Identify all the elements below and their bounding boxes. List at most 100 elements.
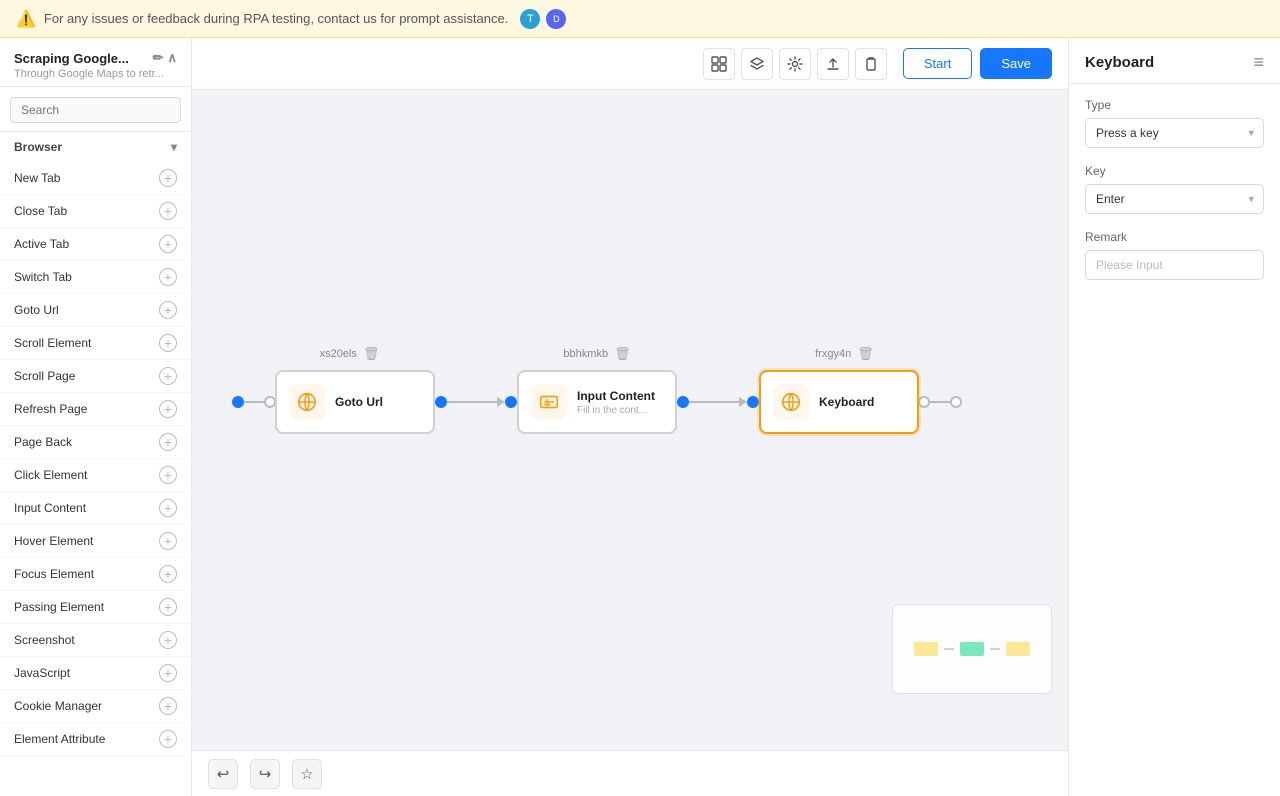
- flow-canvas[interactable]: xs20els 🗑 Goto Url: [192, 90, 1068, 750]
- add-item-icon[interactable]: +: [159, 169, 177, 187]
- flow-node-keyboard[interactable]: frxgy4n 🗑 Keyboard: [759, 346, 930, 434]
- type-select[interactable]: Press a key Type text Key combination: [1085, 118, 1264, 148]
- add-item-icon[interactable]: +: [159, 466, 177, 484]
- node-2-title: Input Content: [577, 389, 663, 403]
- star-button[interactable]: ☆: [292, 759, 322, 789]
- redo-button[interactable]: ↪: [250, 759, 280, 789]
- layers-button[interactable]: [741, 48, 773, 80]
- key-select[interactable]: Enter Tab Escape Space Backspace Delete: [1085, 184, 1264, 214]
- sidebar-item-label: Element Attribute: [14, 732, 105, 746]
- flow-node-goto-url[interactable]: xs20els 🗑 Goto Url: [264, 346, 435, 434]
- browser-section-header[interactable]: Browser ▾: [0, 132, 191, 162]
- add-item-icon[interactable]: +: [159, 235, 177, 253]
- sidebar-item-label: Input Content: [14, 501, 86, 515]
- sidebar-item[interactable]: Active Tab +: [0, 228, 191, 261]
- sidebar-item[interactable]: Element Attribute +: [0, 723, 191, 756]
- node-2-icon-wrap: [531, 384, 567, 420]
- connector-2-3: [677, 396, 759, 408]
- sidebar-item[interactable]: Cookie Manager+: [0, 690, 191, 723]
- right-panel-body: Type Press a key Type text Key combinati…: [1069, 84, 1280, 796]
- add-item-icon[interactable]: +: [159, 433, 177, 451]
- node-2-box[interactable]: Input Content Fill in the cont...: [517, 370, 677, 434]
- sidebar-item[interactable]: Focus Element+: [0, 558, 191, 591]
- right-panel-menu-icon[interactable]: ≡: [1253, 52, 1264, 73]
- save-button[interactable]: Save: [980, 48, 1052, 79]
- add-item-icon[interactable]: +: [159, 598, 177, 616]
- add-item-icon[interactable]: +: [159, 301, 177, 319]
- sidebar-item[interactable]: Close Tab +: [0, 195, 191, 228]
- grid-view-button[interactable]: [703, 48, 735, 80]
- collapse-sidebar-icon[interactable]: ∧: [167, 50, 177, 66]
- add-item-icon[interactable]: +: [159, 334, 177, 352]
- node-2-text: Input Content Fill in the cont...: [577, 389, 663, 416]
- sidebar-item[interactable]: Goto Url+: [0, 294, 191, 327]
- minimap-content: [893, 605, 1051, 693]
- discord-icon[interactable]: D: [546, 9, 566, 29]
- minimap-node-1: [914, 642, 938, 656]
- node-1-delete-icon[interactable]: 🗑: [363, 346, 380, 362]
- sidebar-item[interactable]: Switch Tab+: [0, 261, 191, 294]
- sidebar-item[interactable]: Page Back +: [0, 426, 191, 459]
- add-item-icon[interactable]: +: [159, 532, 177, 550]
- telegram-icon[interactable]: T: [520, 9, 540, 29]
- sidebar-item[interactable]: Scroll Element+: [0, 327, 191, 360]
- top-banner: ⚠️ For any issues or feedback during RPA…: [0, 0, 1280, 38]
- sidebar-item-label: Click Element: [14, 468, 87, 482]
- remark-input[interactable]: [1085, 250, 1264, 280]
- flow-node-input-content[interactable]: bbhkmkb 🗑 Input Content Fill in the cont…: [517, 346, 677, 434]
- node-2-subtitle: Fill in the cont...: [577, 405, 663, 416]
- undo-button[interactable]: ↩: [208, 759, 238, 789]
- conn-2-3-right: [747, 396, 759, 408]
- sidebar-item-label: Close Tab: [14, 204, 67, 218]
- node-2-delete-icon[interactable]: 🗑: [614, 346, 631, 362]
- settings-button[interactable]: [779, 48, 811, 80]
- node-2-box-row: Input Content Fill in the cont...: [517, 370, 677, 434]
- add-item-icon[interactable]: +: [159, 631, 177, 649]
- upload-button[interactable]: [817, 48, 849, 80]
- sidebar-item[interactable]: Passing Element +: [0, 591, 191, 624]
- sidebar-item[interactable]: Hover Element+: [0, 525, 191, 558]
- node-1-id-row: xs20els 🗑: [320, 346, 380, 362]
- sidebar-item[interactable]: Refresh Page+: [0, 393, 191, 426]
- sidebar-item[interactable]: Click Element +: [0, 459, 191, 492]
- search-input[interactable]: [10, 97, 181, 123]
- connector-1-2: [435, 396, 517, 408]
- node-3-delete-icon[interactable]: 🗑: [857, 346, 874, 362]
- conn-1-2-line: [447, 401, 497, 403]
- remark-field-group: Remark: [1085, 230, 1264, 280]
- sidebar-item-label: Page Back: [14, 435, 72, 449]
- sidebar-item-label: Active Tab: [14, 237, 69, 251]
- main-layout: Scraping Google... ✏ ∧ Through Google Ma…: [0, 38, 1280, 796]
- type-field-group: Type Press a key Type text Key combinati…: [1085, 98, 1264, 148]
- add-item-icon[interactable]: +: [159, 202, 177, 220]
- sidebar-item[interactable]: Scroll Page+: [0, 360, 191, 393]
- add-item-icon[interactable]: +: [159, 697, 177, 715]
- conn-2-3-left: [677, 396, 689, 408]
- node-3-right-dot: [918, 396, 930, 408]
- sidebar-item[interactable]: Screenshot+: [0, 624, 191, 657]
- flow-start-line: [244, 401, 264, 403]
- add-item-icon[interactable]: +: [159, 664, 177, 682]
- project-name-row: Scraping Google... ✏ ∧: [14, 50, 177, 66]
- banner-text: For any issues or feedback during RPA te…: [44, 11, 508, 26]
- node-3-box[interactable]: Keyboard: [759, 370, 919, 434]
- add-item-icon[interactable]: +: [159, 367, 177, 385]
- top-toolbar: Start Save: [192, 38, 1068, 90]
- add-item-icon[interactable]: +: [159, 730, 177, 748]
- add-item-icon[interactable]: +: [159, 268, 177, 286]
- sidebar-item-label: Passing Element: [14, 600, 104, 614]
- add-item-icon[interactable]: +: [159, 400, 177, 418]
- node-1-box[interactable]: Goto Url: [275, 370, 435, 434]
- project-subtitle: Through Google Maps to retr...: [14, 68, 177, 80]
- type-select-wrap: Press a key Type text Key combination ▾: [1085, 118, 1264, 148]
- start-button[interactable]: Start: [903, 48, 972, 79]
- sidebar-item[interactable]: New Tab+: [0, 162, 191, 195]
- sidebar-item[interactable]: JavaScript+: [0, 657, 191, 690]
- remark-field-label: Remark: [1085, 230, 1264, 244]
- add-item-icon[interactable]: +: [159, 565, 177, 583]
- clipboard-button[interactable]: [855, 48, 887, 80]
- sidebar-items-list: New Tab+Close Tab+Active Tab+Switch Tab+…: [0, 162, 191, 796]
- sidebar-item[interactable]: Input Content +: [0, 492, 191, 525]
- add-item-icon[interactable]: +: [159, 499, 177, 517]
- edit-project-icon[interactable]: ✏: [153, 50, 164, 66]
